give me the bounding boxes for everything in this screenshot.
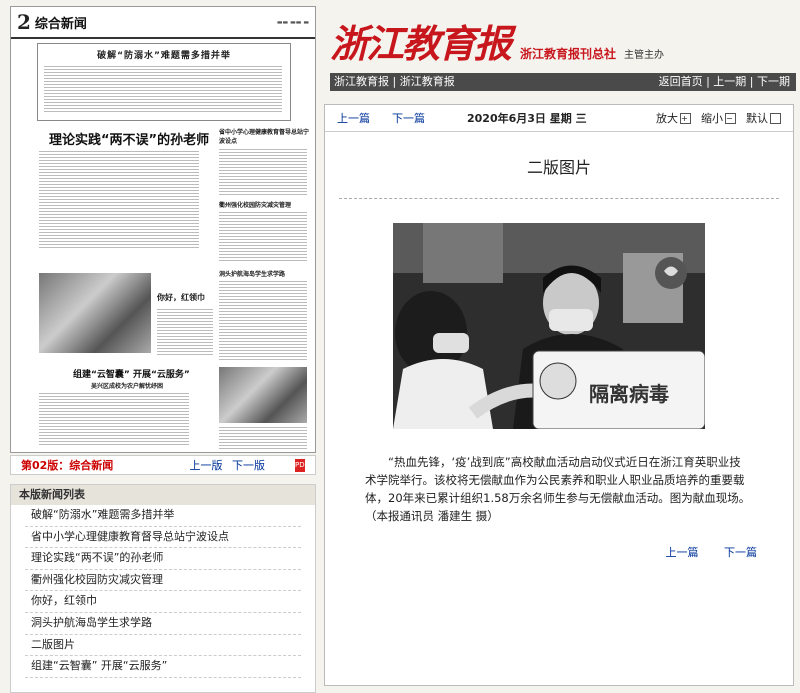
thumbnail-header: 2 综合新闻 ▬▬ ▬▬ ▬ — [11, 7, 315, 39]
thumbnail-text-block — [219, 147, 307, 195]
news-list-panel: 本版新闻列表 破解“防溺水”难题需多措并举 省中小学心理健康教育督导总站宁波设点… — [10, 484, 316, 693]
thumbnail-left-headline[interactable]: 理论实践“两不误”的孙老师 — [49, 129, 209, 148]
minus-icon: − — [725, 112, 736, 124]
left-column: 2 综合新闻 ▬▬ ▬▬ ▬ 破解“防溺水”难题需多措并举 理论实践“两不误”的… — [0, 0, 320, 693]
zoom-default-button[interactable]: 默认 — [746, 110, 781, 126]
thumbnail-text-block — [39, 149, 199, 249]
news-list-item[interactable]: 破解“防溺水”难题需多措并举 — [25, 505, 301, 527]
current-page-label[interactable]: 第02版：综合新闻 — [21, 457, 113, 473]
thumbnail-text-block — [219, 425, 307, 449]
pdf-icon[interactable]: PDF — [295, 458, 309, 472]
prev-page-link[interactable]: 上一版 — [190, 459, 223, 472]
bottom-prev-article-link[interactable]: 上一篇 — [666, 546, 699, 559]
next-article-link[interactable]: 下一篇 — [392, 110, 425, 126]
page-nav: 上一版 下一版 — [184, 457, 266, 473]
article-body: “热血先锋，‘疫’战到底”高校献血活动启动仪式近日在浙江育英职业技术学院举行。该… — [365, 455, 751, 523]
publisher-role: 主管主办 — [624, 50, 665, 61]
thumbnail-photo — [39, 273, 151, 353]
plus-icon: + — [680, 112, 691, 124]
thumbnail-bottom-headline[interactable]: 组建“云智囊” 开展“云服务” — [73, 367, 190, 380]
thumbnail-text-block — [39, 391, 189, 447]
masthead: 浙江教育报 浙江教育报刊总社 主管主办 — [330, 8, 664, 68]
article-toolbar: 上一篇 下一篇 2020年6月3日 星期 三 放大 + 缩小 − 默认 — [325, 105, 793, 132]
blood-donation-photo: 隔离病毒 — [393, 223, 705, 429]
sign-text: 隔离病毒 — [589, 382, 669, 406]
bottom-next-article-link[interactable]: 下一篇 — [724, 546, 757, 559]
thumbnail-text-block — [219, 279, 307, 361]
news-list-item[interactable]: 你好，红领巾 — [25, 591, 301, 613]
thumbnail-text-block — [44, 64, 282, 114]
thumbnail-col-title-1[interactable]: 省中小学心理健康教育督导总站宁波设点 — [219, 127, 309, 145]
article-photo: 隔离病毒 — [393, 223, 705, 429]
zoom-in-label: 放大 — [656, 112, 678, 125]
issue-date: 2020年6月3日 星期 三 — [467, 112, 587, 125]
news-list-item[interactable]: 衢州强化校园防灾减灾管理 — [25, 570, 301, 592]
page-selector-bar: 第02版：综合新闻 上一版 下一版 PDF — [10, 455, 316, 475]
thumbnail-col-title-2[interactable]: 衢州强化校园防灾减灾管理 — [219, 200, 309, 209]
article-title: 二版图片 — [526, 158, 591, 177]
zoom-controls: 放大 + 缩小 − 默认 — [656, 110, 781, 126]
top-navigation: 浙江教育报 | 浙江教育报 返回首页 | 上一期 | 下一期 — [330, 73, 796, 91]
thumbnail-bottom-subheadline: 吴兴区成校为农户解忧纾困 — [91, 383, 164, 390]
zoom-out-label: 缩小 — [701, 112, 723, 125]
news-list: 破解“防溺水”难题需多措并举 省中小学心理健康教育督导总站宁波设点 理论实践“两… — [11, 505, 315, 678]
publisher-name: 浙江教育报刊总社 — [520, 47, 617, 61]
thumbnail-photo — [219, 367, 307, 423]
reset-icon — [770, 112, 781, 124]
thumbnail-top-article-box[interactable]: 破解“防溺水”难题需多措并举 — [37, 43, 291, 121]
zoom-default-label: 默认 — [746, 112, 768, 125]
news-list-item[interactable]: 省中小学心理健康教育督导总站宁波设点 — [25, 527, 301, 549]
zoom-in-button[interactable]: 放大 + — [656, 110, 691, 126]
prev-article-link[interactable]: 上一篇 — [337, 110, 370, 126]
news-list-item[interactable]: 理论实践“两不误”的孙老师 — [25, 548, 301, 570]
page-thumbnail[interactable]: 2 综合新闻 ▬▬ ▬▬ ▬ 破解“防溺水”难题需多措并举 理论实践“两不误”的… — [10, 6, 316, 453]
news-list-item[interactable]: 组建“云智囊” 开展“云服务” — [25, 656, 301, 678]
newspaper-logo[interactable]: 浙江教育报 — [330, 13, 512, 68]
next-page-link[interactable]: 下一版 — [232, 459, 265, 472]
topnav-left-links[interactable]: 浙江教育报 | 浙江教育报 — [334, 73, 455, 91]
article-bottom-nav: 上一篇 下一篇 — [644, 544, 758, 560]
thumbnail-header-meta: ▬▬ ▬▬ ▬ — [276, 18, 309, 26]
article-panel: 上一篇 下一篇 2020年6月3日 星期 三 放大+ 缩小− 默认 二版图片 — [324, 104, 794, 686]
thumbnail-col-title-3[interactable]: 洞头护航海岛学生求学路 — [219, 269, 309, 278]
zoom-out-button[interactable]: 缩小 − — [701, 110, 736, 126]
title-divider — [339, 198, 779, 199]
thumbnail-top-headline: 破解“防溺水”难题需多措并举 — [97, 51, 231, 61]
news-list-item[interactable]: 洞头护航海岛学生求学路 — [25, 613, 301, 635]
topnav-right-links[interactable]: 返回首页 | 上一期 | 下一期 — [659, 73, 790, 91]
news-list-title: 本版新闻列表 — [11, 485, 315, 505]
thumbnail-page-name: 综合新闻 — [34, 16, 87, 32]
thumbnail-page-number: 2 — [17, 10, 31, 34]
thumbnail-text-block — [157, 307, 213, 355]
thumbnail-photo-caption: 你好，红领巾 — [157, 293, 205, 302]
news-list-item[interactable]: 二版图片 — [25, 635, 301, 657]
thumbnail-text-block — [219, 210, 307, 262]
